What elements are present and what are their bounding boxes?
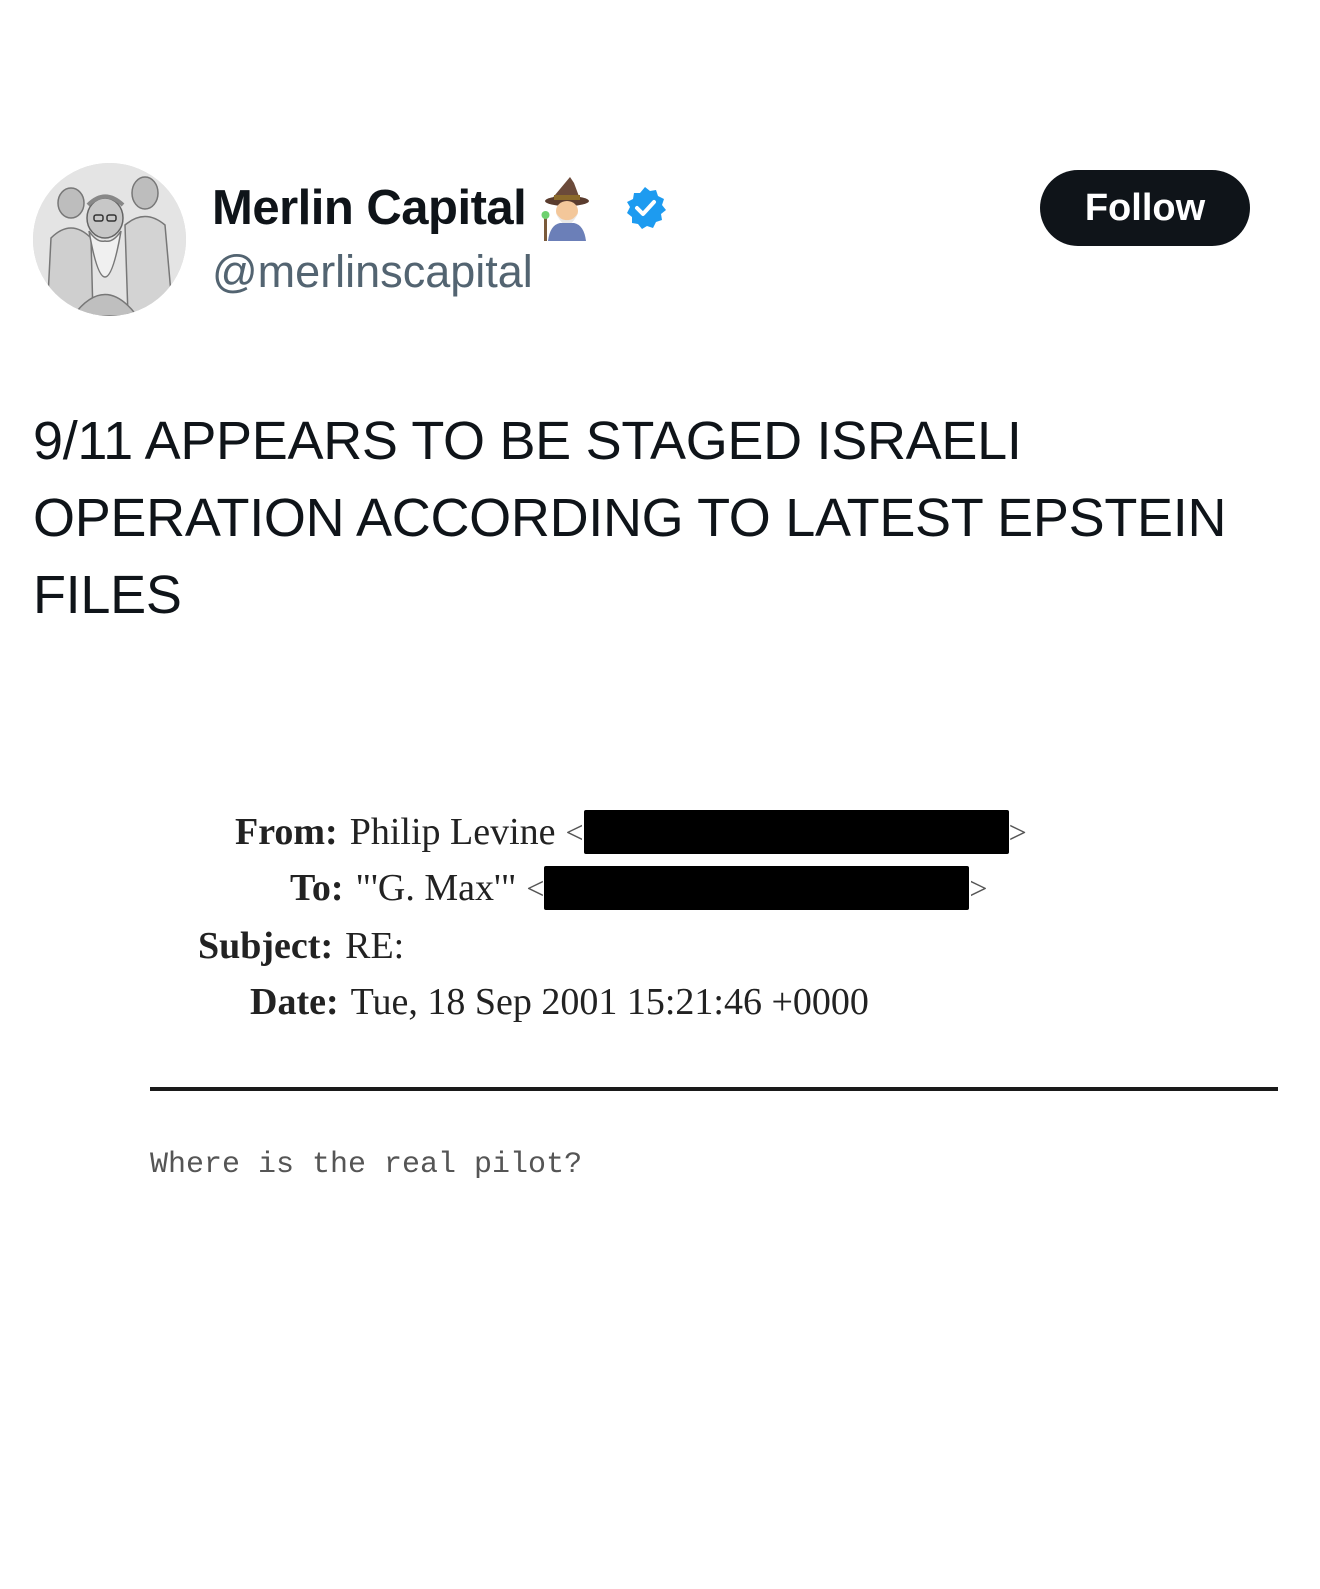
redaction-bar: [544, 866, 970, 910]
tweet-text: 9/11 APPEARS TO BE STAGED ISRAELI OPERAT…: [33, 411, 1227, 625]
email-from-value: Philip Levine: [349, 811, 556, 853]
follow-button[interactable]: Follow: [1040, 170, 1250, 246]
email-date-label: Date:: [250, 981, 339, 1023]
email-subject-row: Subject: RE:: [198, 924, 404, 968]
verified-badge-icon: [622, 185, 668, 231]
angle-close-glyph: >: [969, 869, 988, 906]
email-divider: [150, 1087, 1278, 1091]
email-subject-value: RE:: [345, 925, 405, 967]
email-body: Where is the real pilot?: [150, 1148, 583, 1182]
email-to-row: To: "'G. Max'" < >: [290, 866, 987, 910]
email-date-row: Date: Tue, 18 Sep 2001 15:21:46 +0000: [250, 980, 869, 1024]
email-date-value: Tue, 18 Sep 2001 15:21:46 +0000: [350, 981, 869, 1023]
angle-close-glyph: >: [1008, 813, 1027, 850]
author-name-row: Merlin Capital: [212, 175, 668, 241]
avatar[interactable]: [33, 163, 186, 316]
email-from-row: From: Philip Levine < >: [235, 810, 1027, 854]
angle-open-glyph: <: [565, 813, 584, 850]
redaction-bar: [583, 810, 1009, 854]
angle-open-glyph: <: [526, 869, 545, 906]
email-subject-label: Subject:: [198, 925, 334, 967]
avatar-image: [33, 163, 186, 316]
email-from-label: From:: [235, 811, 338, 853]
email-to-label: To:: [290, 867, 344, 909]
email-document-image: From: Philip Levine < > To: "'G. Max'" <…: [0, 780, 1320, 1240]
author-display-name[interactable]: Merlin Capital: [212, 180, 527, 236]
mage-emoji-icon: [540, 175, 598, 241]
email-to-value: "'G. Max'": [355, 867, 517, 909]
author-handle[interactable]: @merlinscapital: [212, 246, 533, 298]
